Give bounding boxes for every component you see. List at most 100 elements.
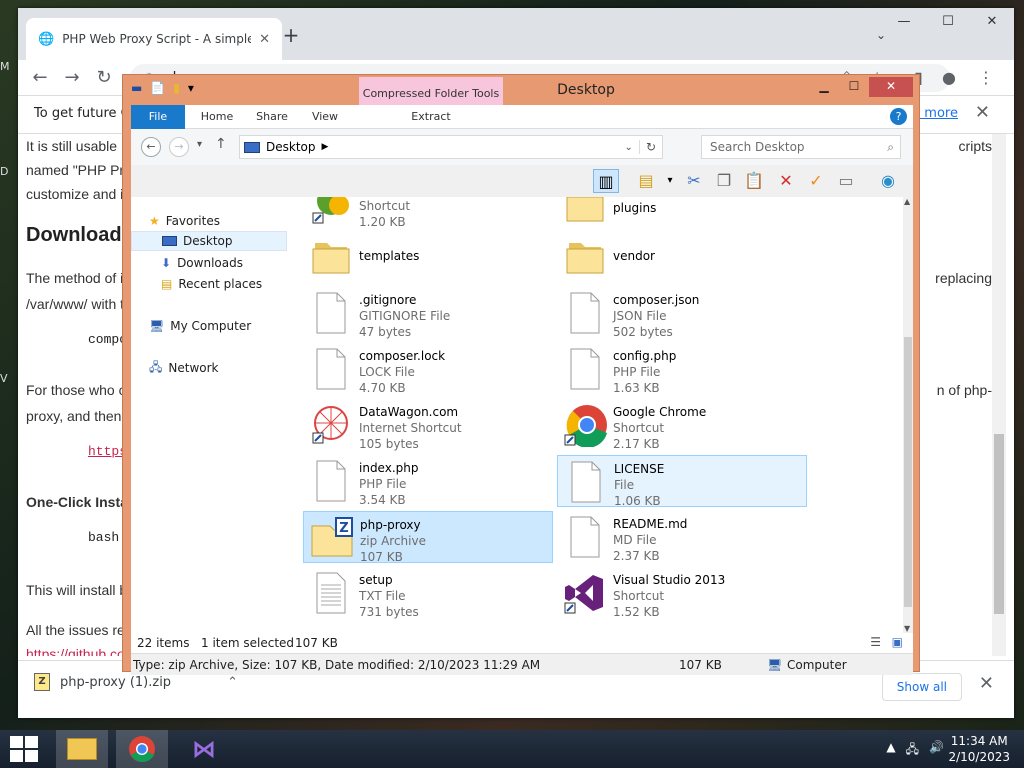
nav-recent-places[interactable]: ▤ Recent places	[161, 274, 262, 294]
nav-favorites[interactable]: ★ Favorites	[149, 211, 220, 231]
file-type: zip Archive	[360, 534, 426, 548]
address-bar[interactable]: Desktop ▶ ⌄ ↻	[239, 135, 663, 159]
show-hidden-icons-icon[interactable]: ▲	[886, 740, 895, 761]
clock[interactable]: 11:34 AM 2/10/2023	[948, 733, 1010, 765]
file-size: 105 bytes	[359, 437, 419, 451]
up-arrow-icon[interactable]: ↑	[215, 136, 227, 152]
show-all-button[interactable]: Show all	[881, 673, 962, 701]
file-item[interactable]: Zphp-proxy zip Archive 107 KB	[303, 511, 553, 564]
back-button[interactable]: ←	[28, 67, 52, 88]
paragraph-line: n of php-	[936, 382, 992, 398]
file-list-scrollbar[interactable]: ▲ ▼	[903, 197, 913, 633]
file-name: composer.lock	[359, 349, 446, 363]
search-input[interactable]: Search Desktop ⌕	[701, 135, 901, 159]
browser-tab[interactable]: 🌐 PHP Web Proxy Script - A simple ✕	[26, 18, 282, 60]
file-item[interactable]: index.php PHP File 3.54 KB	[303, 455, 553, 507]
scrollbar-thumb[interactable]	[994, 434, 1004, 614]
close-download-bar-icon[interactable]: ✕	[979, 673, 994, 694]
chrome-icon	[129, 736, 155, 762]
info-bar-close-icon[interactable]: ✕	[975, 102, 990, 123]
explorer-window: ▬ 📄 ▮ ▾ Compressed Folder Tools Desktop …	[122, 74, 920, 675]
download-item[interactable]: Z php-proxy (1).zip ⌃	[34, 673, 238, 691]
delete-icon[interactable]: ✕	[773, 169, 799, 193]
file-name: .gitignore	[359, 293, 417, 307]
file-item[interactable]: Google Chrome Shortcut 2.17 KB	[557, 399, 807, 451]
close-tab-icon[interactable]: ✕	[259, 32, 270, 47]
start-button[interactable]	[4, 732, 44, 766]
file-item[interactable]: setup TXT File 731 bytes	[303, 567, 553, 619]
maximize-button[interactable]: ☐	[839, 77, 869, 97]
nav-my-computer[interactable]: 🖥 My Computer	[149, 316, 251, 336]
file-item[interactable]: .gitignore GITIGNORE File 47 bytes	[303, 287, 553, 339]
tab-home[interactable]: Home	[195, 105, 239, 129]
clock-date: 2/10/2023	[948, 750, 1010, 764]
refresh-icon[interactable]: ↻	[638, 140, 662, 154]
tab-share[interactable]: Share	[249, 105, 295, 129]
scroll-down-icon[interactable]: ▼	[904, 624, 910, 633]
file-item[interactable]: templates	[303, 231, 553, 283]
file-item[interactable]: README.md MD File 2.37 KB	[557, 511, 807, 563]
large-icons-view-icon[interactable]: ▣	[892, 635, 903, 649]
file-item[interactable]: config.php PHP File 1.63 KB	[557, 343, 807, 395]
preview-pane-icon[interactable]: ▥	[593, 169, 619, 193]
visual-studio-taskbar-button[interactable]: ⋈	[178, 730, 230, 768]
back-button[interactable]: ←	[141, 137, 161, 157]
file-item[interactable]: Shortcut 1.20 KB	[303, 197, 553, 231]
explorer-titlebar[interactable]: ▬ 📄 ▮ ▾ Compressed Folder Tools Desktop …	[123, 75, 919, 111]
file-size: 2.37 KB	[613, 549, 660, 563]
profile-icon[interactable]: ●	[942, 68, 956, 87]
chrome-taskbar-button[interactable]	[116, 730, 168, 768]
file-item[interactable]: composer.json JSON File 502 bytes	[557, 287, 807, 339]
file-type: TXT File	[359, 589, 406, 603]
folder-options-icon[interactable]: ▤	[633, 169, 659, 193]
details-view-icon[interactable]: ☰	[870, 635, 881, 649]
recent-locations-icon[interactable]: ▾	[197, 139, 202, 150]
page-scrollbar[interactable]	[992, 134, 1006, 656]
file-explorer-taskbar-button[interactable]	[56, 730, 108, 768]
menu-icon[interactable]: ⋮	[978, 68, 994, 87]
network-icon: 🖧	[149, 359, 163, 374]
minimize-button[interactable]: —	[882, 8, 926, 36]
details-size: 107 KB	[679, 658, 722, 672]
tab-extract[interactable]: Extract	[359, 105, 503, 129]
file-item[interactable]: DataWagon.com Internet Shortcut 105 bytes	[303, 399, 553, 451]
file-item[interactable]: composer.lock LOCK File 4.70 KB	[303, 343, 553, 395]
breadcrumb-arrow-icon[interactable]: ▶	[322, 142, 329, 152]
nav-downloads[interactable]: ⬇ Downloads	[161, 253, 243, 273]
tab-file[interactable]: File	[131, 105, 185, 129]
chevron-up-icon[interactable]: ⌃	[227, 675, 238, 690]
paste-icon[interactable]: 📋	[741, 169, 767, 193]
nav-desktop[interactable]: Desktop	[131, 231, 287, 251]
minimize-button[interactable]: ▁	[809, 77, 839, 97]
network-icon[interactable]: 🖧	[906, 740, 919, 761]
scroll-up-icon[interactable]: ▲	[904, 197, 910, 206]
zip-icon: Z	[310, 516, 356, 562]
tab-view[interactable]: View	[305, 105, 345, 129]
help-icon[interactable]: ?	[890, 108, 907, 125]
paragraph-line: cripts	[958, 138, 992, 154]
check-icon[interactable]: ✓	[803, 169, 829, 193]
file-item[interactable]: vendor	[557, 231, 807, 283]
scrollbar-thumb[interactable]	[904, 337, 912, 607]
github-link[interactable]: https://github.co	[26, 646, 125, 656]
dropdown-icon[interactable]: ▾	[657, 169, 683, 193]
maximize-button[interactable]: ☐	[926, 8, 970, 36]
close-button[interactable]: ✕	[869, 77, 913, 97]
address-dropdown-icon[interactable]: ⌄	[625, 142, 633, 153]
close-button[interactable]: ✕	[970, 8, 1014, 36]
volume-icon[interactable]: 🔊	[929, 740, 944, 761]
forward-button[interactable]: →	[60, 67, 84, 88]
file-item[interactable]: Visual Studio 2013 Shortcut 1.52 KB	[557, 567, 807, 619]
file-item[interactable]: plugins	[557, 197, 807, 231]
reload-button[interactable]: ↻	[92, 67, 116, 88]
new-tab-button[interactable]: +	[280, 24, 302, 46]
copy-icon[interactable]: ❐	[711, 169, 737, 193]
globe-icon: 🌐	[38, 31, 55, 47]
cut-icon[interactable]: ✂	[681, 169, 707, 193]
rename-icon[interactable]: ▭	[833, 169, 859, 193]
globe-icon[interactable]: ◉	[875, 169, 901, 193]
file-type: Shortcut	[613, 589, 665, 603]
file-item[interactable]: LICENSE File 1.06 KB	[557, 455, 807, 508]
forward-button[interactable]: →	[169, 137, 189, 157]
nav-network[interactable]: 🖧 Network	[149, 358, 219, 378]
